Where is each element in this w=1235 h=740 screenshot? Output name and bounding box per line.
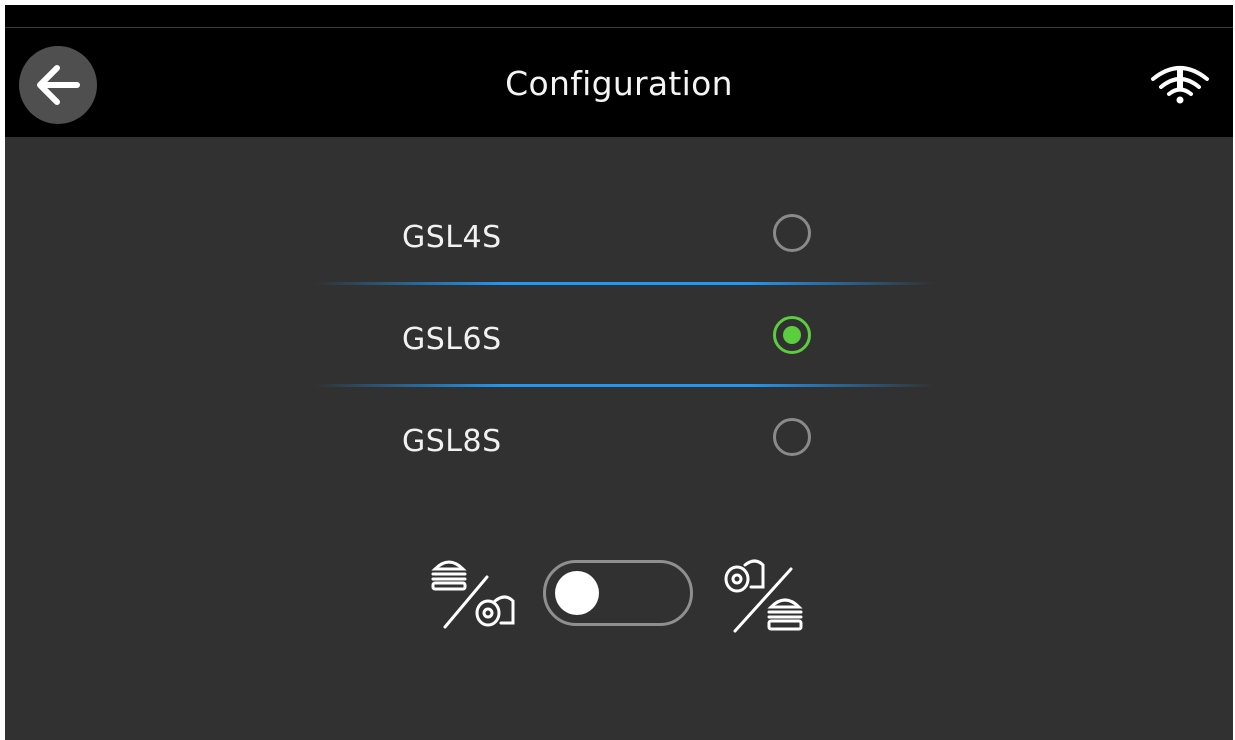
- configuration-screen: Configuration GSL4S GSL6S GSL8S: [5, 5, 1233, 740]
- option-label: GSL4S: [402, 220, 502, 255]
- option-gsl8s[interactable]: GSL8S: [385, 412, 865, 472]
- option-gsl6s[interactable]: GSL6S: [385, 310, 865, 370]
- divider: [315, 384, 935, 387]
- header-bar: Configuration: [5, 28, 1233, 137]
- eggs-over-burger-icon: [724, 559, 803, 633]
- radio-dot: [783, 326, 801, 344]
- divider: [315, 282, 935, 285]
- radio-button[interactable]: [773, 214, 811, 252]
- page-title: Configuration: [505, 64, 733, 103]
- radio-button[interactable]: [773, 418, 811, 456]
- option-label: GSL8S: [402, 424, 502, 459]
- radio-button[interactable]: [773, 316, 811, 354]
- option-gsl4s[interactable]: GSL4S: [385, 208, 865, 268]
- top-status-strip: [5, 5, 1233, 28]
- toggle-knob[interactable]: [555, 571, 599, 615]
- option-label: GSL6S: [402, 322, 502, 357]
- wifi-warning-icon[interactable]: [1149, 61, 1211, 109]
- burger-over-eggs-icon: [431, 560, 515, 629]
- mode-toggle[interactable]: [543, 560, 693, 626]
